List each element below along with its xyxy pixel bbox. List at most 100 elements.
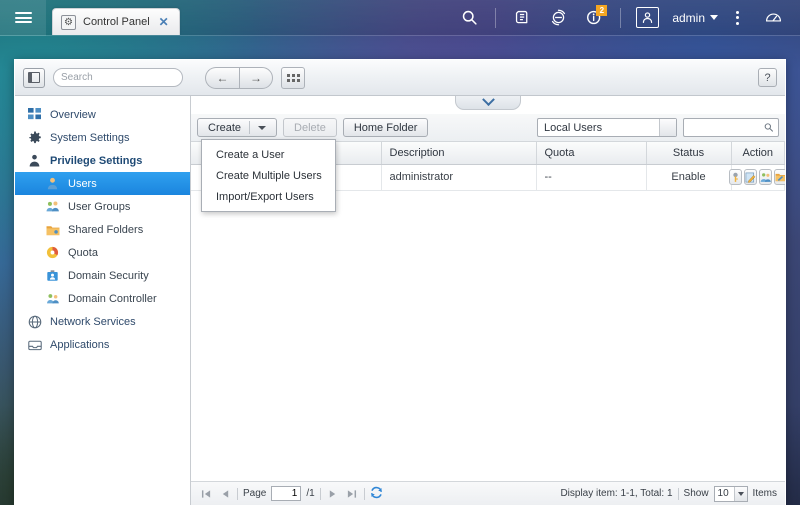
background-task-icon[interactable] (541, 0, 575, 36)
column-header-status[interactable]: Status (646, 142, 732, 165)
cell-description: administrator (381, 164, 537, 191)
edit-user-groups-icon[interactable] (758, 169, 772, 185)
page-number-input[interactable] (271, 486, 302, 501)
search-input[interactable] (61, 72, 193, 83)
sidebar-item-shared-folders[interactable]: Shared Folders (15, 218, 190, 241)
show-label: Show (683, 488, 709, 499)
tab-control-panel[interactable]: ⚙ Control Panel ✕ (52, 8, 180, 35)
close-icon[interactable]: ✕ (157, 15, 171, 29)
sidebar-item-label: Privilege Settings (50, 154, 143, 167)
apps-grid-icon[interactable] (281, 66, 305, 89)
sidebar-item-overview[interactable]: Overview (15, 103, 190, 126)
menu-item-create-a-user[interactable]: Create a User (202, 144, 335, 165)
total-pages-label: /1 (306, 488, 315, 499)
sidebar-item-label: System Settings (50, 131, 130, 144)
window-toolbar: ← → ? (15, 60, 785, 96)
page-label: Page (243, 488, 267, 499)
gear-icon: ⚙ (61, 14, 76, 30)
first-page-button[interactable] (199, 487, 213, 501)
pagination-right: Display item: 1-1, Total: 1 Show 10 Item… (560, 485, 777, 502)
create-dropdown-menu: Create a User Create Multiple Users Impo… (201, 139, 336, 212)
last-page-button[interactable] (345, 487, 359, 501)
window-body: Overview System Settings Privilege Setti… (15, 93, 785, 505)
create-button[interactable]: Create (197, 118, 278, 137)
user-group-icon (45, 199, 60, 214)
divider (319, 487, 321, 500)
quota-pie-icon (45, 245, 60, 260)
domain-controller-icon (45, 291, 60, 306)
chevron-down-icon (481, 93, 495, 107)
cell-quota: -- (536, 164, 647, 191)
sidebar-item-domain-security[interactable]: Domain Security (15, 264, 190, 287)
sidebar-item-domain-controller[interactable]: Domain Controller (15, 287, 190, 310)
column-header-quota[interactable]: Quota (536, 142, 647, 165)
divider (620, 7, 622, 28)
search-icon[interactable] (452, 0, 486, 36)
shared-folder-icon (45, 222, 60, 237)
cell-actions (728, 164, 785, 191)
divider (237, 487, 238, 500)
sidebar-item-quota[interactable]: Quota (15, 241, 190, 264)
user-search-input[interactable] (688, 122, 765, 133)
sidebar-toggle-icon[interactable] (23, 67, 45, 88)
sidebar-item-users[interactable]: Users (15, 172, 190, 195)
menu-item-create-multiple-users[interactable]: Create Multiple Users (202, 165, 335, 186)
sidebar-item-label: Users (68, 177, 97, 190)
display-info-label: Display item: 1-1, Total: 1 (560, 488, 673, 499)
chevron-down-icon[interactable] (710, 15, 718, 20)
menu-item-import-export-users[interactable]: Import/Export Users (202, 186, 335, 207)
sidebar-item-label: Network Services (50, 315, 136, 328)
previous-page-button[interactable] (218, 487, 232, 501)
domain-security-icon (45, 268, 60, 283)
notification-info-icon[interactable]: 2 (577, 0, 611, 36)
user-search-input-wrapper[interactable] (683, 118, 779, 137)
next-page-button[interactable] (326, 487, 340, 501)
sidebar-item-user-groups[interactable]: User Groups (15, 195, 190, 218)
search-input-wrapper[interactable] (53, 68, 193, 87)
change-password-icon[interactable] (728, 169, 742, 185)
edit-account-icon[interactable] (743, 169, 757, 185)
sidebar-item-system-settings[interactable]: System Settings (15, 126, 190, 149)
sidebar-item-label: Applications (50, 338, 110, 351)
page-size-select[interactable]: 10 (713, 485, 748, 502)
column-header-description[interactable]: Description (381, 142, 537, 165)
divider (677, 487, 679, 500)
cell-status: Enable (646, 164, 732, 191)
home-folder-button-label: Home Folder (353, 121, 418, 134)
search-icon[interactable] (764, 122, 774, 133)
user-name-label[interactable]: admin (672, 11, 705, 25)
divider (249, 121, 251, 134)
user-type-select[interactable]: Local Users (537, 118, 677, 137)
collapse-panel-button[interactable] (455, 93, 521, 110)
edit-shared-folder-permission-icon[interactable] (773, 169, 785, 185)
sidebar-item-label: Quota (68, 246, 98, 259)
back-button[interactable]: ← (205, 66, 239, 89)
chevron-down-icon (733, 486, 747, 501)
column-header-action[interactable]: Action (731, 142, 785, 165)
sidebar-item-label: Overview (50, 108, 96, 121)
sidebar-item-applications[interactable]: Applications (15, 333, 190, 356)
refresh-icon[interactable] (370, 486, 383, 502)
delete-button[interactable]: Delete (283, 118, 337, 137)
gear-icon (27, 130, 42, 145)
dashboard-speedometer-icon[interactable] (756, 0, 790, 36)
main-menu-button[interactable] (0, 0, 46, 36)
user-account-icon[interactable] (630, 0, 664, 36)
sidebar-item-label: Domain Controller (68, 292, 157, 305)
kebab-menu-icon[interactable] (720, 0, 754, 36)
chevron-down-icon[interactable] (258, 125, 267, 130)
home-folder-button[interactable]: Home Folder (342, 118, 429, 137)
top-bar: ⚙ Control Panel ✕ 2 admin (0, 0, 800, 36)
sidebar-item-label: User Groups (68, 200, 131, 213)
forward-button[interactable]: → (239, 66, 273, 89)
avatar (635, 7, 659, 28)
resource-monitor-icon[interactable] (505, 0, 539, 36)
control-panel-window: ← → ? Overview (14, 59, 786, 505)
help-button[interactable]: ? (758, 68, 777, 87)
content-toolbar: Create Delete Home Folder Local Users Cr… (191, 114, 785, 212)
sidebar-item-label: Shared Folders (68, 223, 144, 236)
globe-icon (27, 314, 42, 329)
create-button-label: Create (208, 121, 242, 134)
sidebar-item-network-services[interactable]: Network Services (15, 310, 190, 333)
sidebar-item-privilege-settings[interactable]: Privilege Settings (15, 149, 190, 172)
